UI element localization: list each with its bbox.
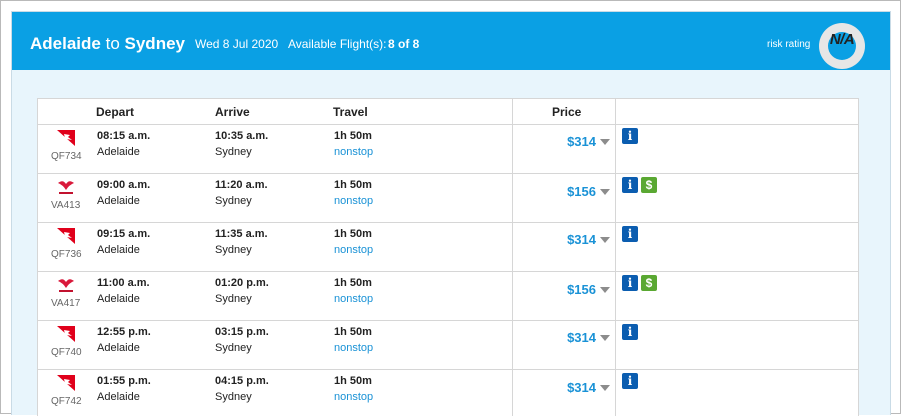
route-title: Adelaide to Sydney <box>30 34 185 54</box>
chevron-down-icon[interactable] <box>600 139 610 145</box>
dollar-icon[interactable]: $ <box>641 275 657 291</box>
arrive-city: Sydney <box>215 391 252 403</box>
depart-time: 01:55 p.m. <box>97 375 151 387</box>
travel-duration: 1h 50m <box>334 326 372 338</box>
table-header: Depart Arrive Travel Price <box>38 99 858 125</box>
destination-city: Sydney <box>124 34 185 53</box>
qantas-logo-icon <box>55 324 77 344</box>
qantas-logo-icon <box>55 128 77 148</box>
travel-duration: 1h 50m <box>334 179 372 191</box>
stops-link[interactable]: nonstop <box>334 146 373 158</box>
flight-results-panel: Adelaide to Sydney Wed 8 Jul 2020 Availa… <box>11 11 891 416</box>
stops-link[interactable]: nonstop <box>334 244 373 256</box>
risk-rating-gauge: N/A <box>819 23 865 69</box>
origin-city: Adelaide <box>30 34 101 53</box>
info-icon[interactable]: i <box>622 324 638 340</box>
depart-city: Adelaide <box>97 391 140 403</box>
depart-time: 08:15 a.m. <box>97 130 151 142</box>
qantas-logo-icon <box>55 226 77 246</box>
chevron-down-icon[interactable] <box>600 189 610 195</box>
price-value[interactable]: $314 <box>496 380 596 395</box>
flight-code: VA417 <box>51 298 81 309</box>
risk-rating-value: N/A <box>829 31 855 48</box>
column-travel[interactable]: Travel <box>333 105 368 119</box>
travel-date: Wed 8 Jul 2020 <box>195 37 279 51</box>
flight-row[interactable]: QF742 01:55 p.m. Adelaide 04:15 p.m. Sydney 1… <box>38 370 858 416</box>
info-icon[interactable]: i <box>622 226 638 242</box>
flight-code: VA413 <box>51 200 81 211</box>
column-price[interactable]: Price <box>552 105 581 119</box>
travel-duration: 1h 50m <box>334 277 372 289</box>
depart-time: 09:00 a.m. <box>97 179 151 191</box>
flight-code: QF734 <box>51 151 82 162</box>
flight-row[interactable]: QF734 08:15 a.m. Adelaide 10:35 a.m. Sydney 1… <box>38 125 858 174</box>
dollar-icon[interactable]: $ <box>641 177 657 193</box>
travel-duration: 1h 50m <box>334 130 372 142</box>
travel-duration: 1h 50m <box>334 228 372 240</box>
available-flights-label: Available Flight(s): <box>288 37 387 51</box>
depart-time: 09:15 a.m. <box>97 228 151 240</box>
price-value[interactable]: $156 <box>496 184 596 199</box>
info-icon[interactable]: i <box>622 275 638 291</box>
virgin-australia-logo-icon <box>55 177 77 197</box>
chevron-down-icon[interactable] <box>600 335 610 341</box>
depart-time: 11:00 a.m. <box>97 277 150 289</box>
stops-link[interactable]: nonstop <box>334 391 373 403</box>
arrive-time: 04:15 p.m. <box>215 375 269 387</box>
flight-row[interactable]: QF736 09:15 a.m. Adelaide 11:35 a.m. Sydney 1… <box>38 223 858 272</box>
risk-rating-label: risk rating <box>767 39 811 50</box>
flight-code: QF742 <box>51 396 82 407</box>
depart-city: Adelaide <box>97 342 140 354</box>
column-arrive[interactable]: Arrive <box>215 105 250 119</box>
chevron-down-icon[interactable] <box>600 237 610 243</box>
depart-city: Adelaide <box>97 195 140 207</box>
info-icon[interactable]: i <box>622 373 638 389</box>
flight-row[interactable]: VA417 11:00 a.m. Adelaide 01:20 p.m. Sydney 1… <box>38 272 858 321</box>
available-flights-count: 8 of 8 <box>388 37 420 51</box>
arrive-city: Sydney <box>215 342 252 354</box>
arrive-city: Sydney <box>215 146 252 158</box>
travel-duration: 1h 50m <box>334 375 372 387</box>
arrive-city: Sydney <box>215 293 252 305</box>
arrive-time: 11:35 a.m. <box>215 228 268 240</box>
depart-city: Adelaide <box>97 293 140 305</box>
depart-city: Adelaide <box>97 146 140 158</box>
price-value[interactable]: $156 <box>496 282 596 297</box>
qantas-logo-icon <box>55 373 77 393</box>
info-icon[interactable]: i <box>622 128 638 144</box>
flight-code: QF736 <box>51 249 82 260</box>
arrive-time: 03:15 p.m. <box>215 326 269 338</box>
stops-link[interactable]: nonstop <box>334 342 373 354</box>
route-to-word: to <box>105 34 120 53</box>
column-depart[interactable]: Depart <box>96 105 134 119</box>
info-icon[interactable]: i <box>622 177 638 193</box>
app-window: Adelaide to Sydney Wed 8 Jul 2020 Availa… <box>0 0 901 416</box>
results-header: Adelaide to Sydney Wed 8 Jul 2020 Availa… <box>12 12 890 70</box>
arrive-city: Sydney <box>215 195 252 207</box>
chevron-down-icon[interactable] <box>600 385 610 391</box>
arrive-time: 10:35 a.m. <box>215 130 269 142</box>
flights-table: Depart Arrive Travel Price QF734 08:15 a.… <box>37 98 859 416</box>
flight-row[interactable]: QF740 12:55 p.m. Adelaide 03:15 p.m. Sydney 1… <box>38 321 858 370</box>
price-value[interactable]: $314 <box>496 232 596 247</box>
flight-code: QF740 <box>51 347 82 358</box>
flight-row[interactable]: VA413 09:00 a.m. Adelaide 11:20 a.m. Sydney 1… <box>38 174 858 223</box>
price-value[interactable]: $314 <box>496 330 596 345</box>
price-value[interactable]: $314 <box>496 134 596 149</box>
depart-city: Adelaide <box>97 244 140 256</box>
chevron-down-icon[interactable] <box>600 287 610 293</box>
arrive-time: 11:20 a.m. <box>215 179 268 191</box>
virgin-australia-logo-icon <box>55 275 77 295</box>
arrive-time: 01:20 p.m. <box>215 277 269 289</box>
arrive-city: Sydney <box>215 244 252 256</box>
stops-link[interactable]: nonstop <box>334 293 373 305</box>
depart-time: 12:55 p.m. <box>97 326 151 338</box>
stops-link[interactable]: nonstop <box>334 195 373 207</box>
